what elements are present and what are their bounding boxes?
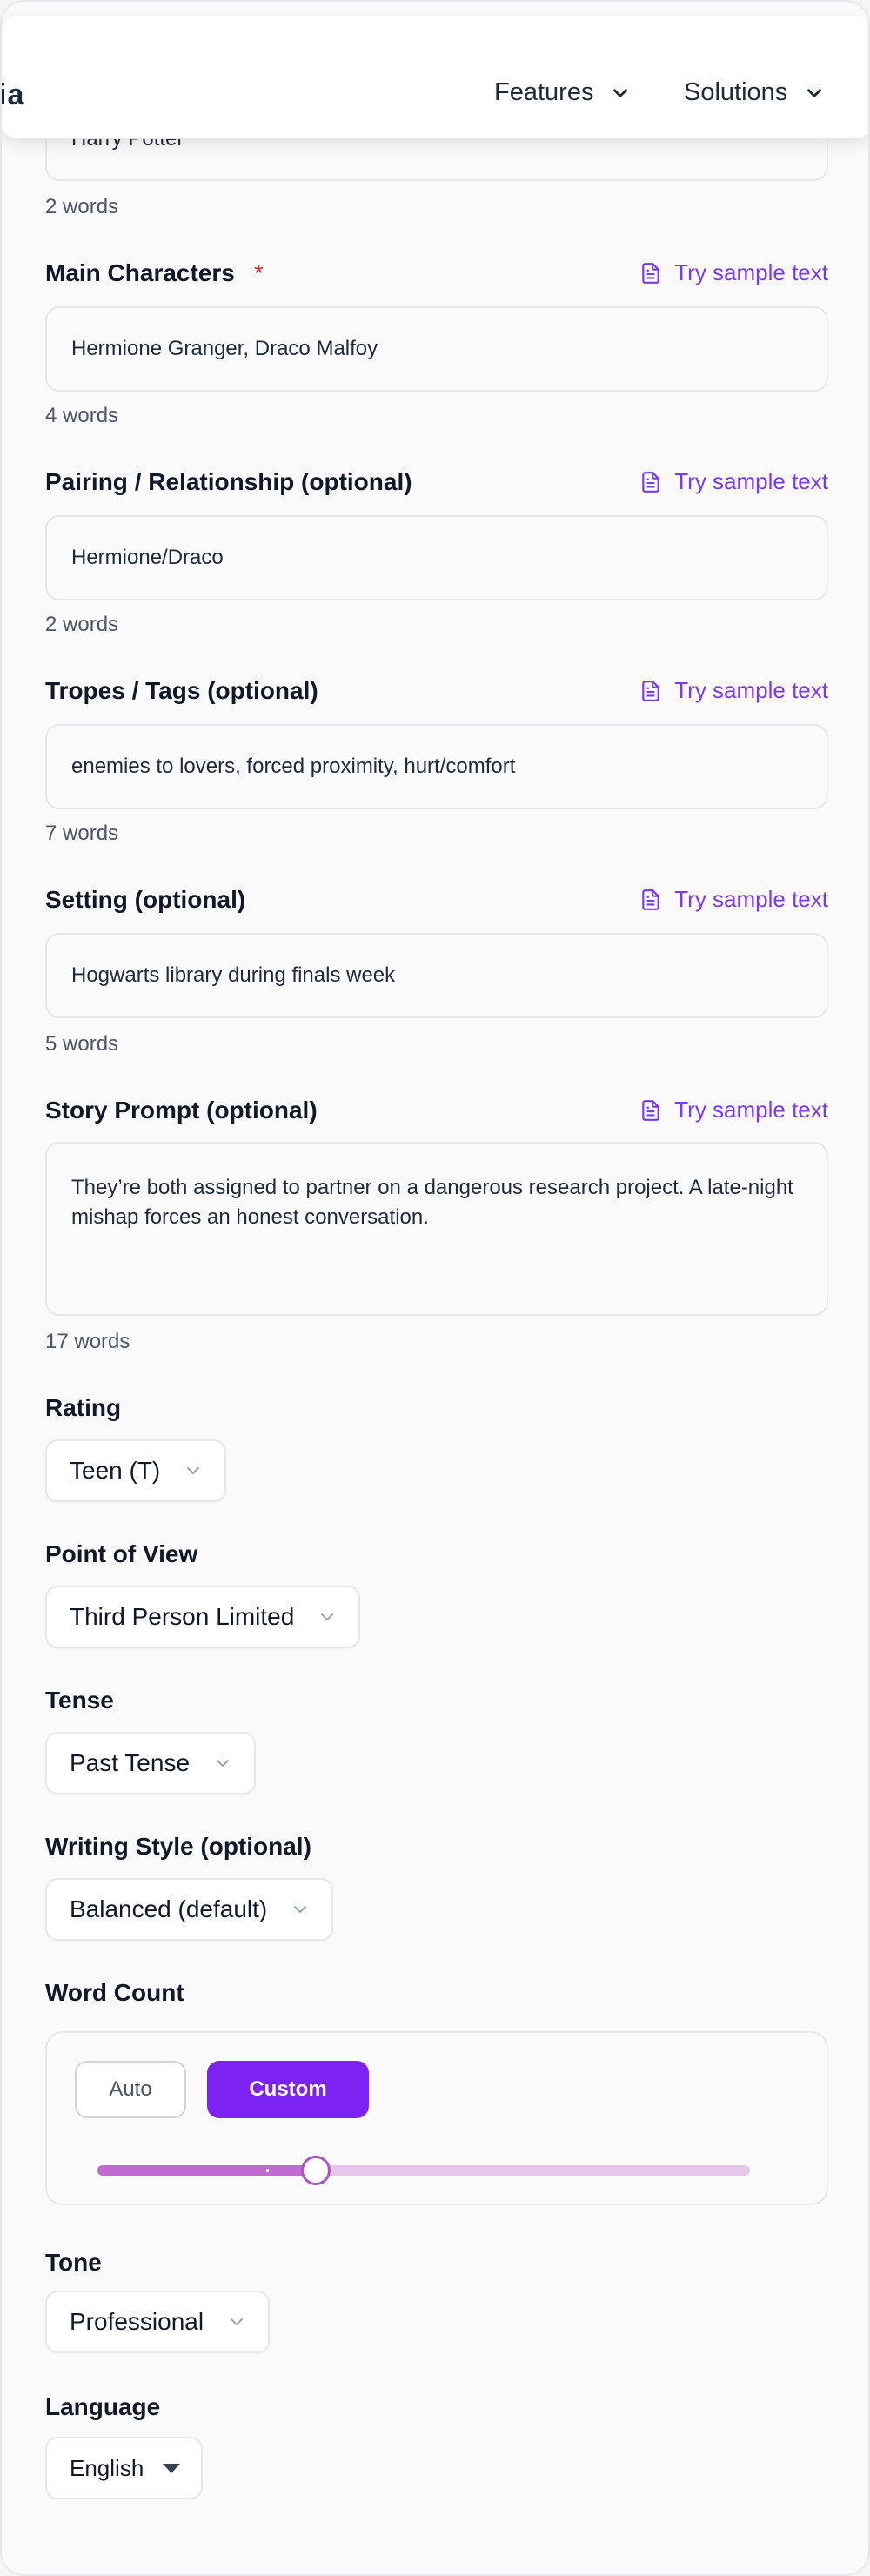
tone-label: Tone (45, 2249, 102, 2276)
document-icon (642, 471, 659, 493)
chevron-down-icon (321, 1613, 334, 1621)
chevron-down-icon (807, 88, 822, 97)
document-icon (642, 680, 659, 701)
slider-tick (266, 2169, 269, 2172)
setting-sample-link[interactable]: Try sample text (639, 886, 828, 913)
pairing-word-count: 2 words (45, 613, 119, 636)
document-icon (642, 889, 659, 910)
top-navbar: ia Features Solutions (2, 16, 868, 139)
main-characters-input[interactable]: Hermione Granger, Draco Malfoy (45, 306, 828, 392)
pov-select[interactable]: Third Person Limited (45, 1586, 361, 1648)
required-marker: * (253, 259, 264, 286)
main-characters-word-count: 4 words (45, 404, 119, 427)
story-prompt-label: Story Prompt (optional) (45, 1097, 318, 1124)
word-count-panel: Auto Custom (45, 2031, 828, 2205)
nav-features[interactable]: Features (494, 78, 632, 107)
word-count-label: Word Count (45, 1979, 184, 2006)
pairing-label: Pairing / Relationship (optional) (45, 468, 412, 495)
rating-label: Rating (45, 1394, 122, 1421)
logo[interactable]: ia (2, 78, 24, 112)
setting-word-count: 5 words (45, 1032, 119, 1056)
chevron-down-icon (294, 1906, 307, 1914)
tropes-input[interactable]: enemies to lovers, forced proximity, hur… (45, 724, 828, 809)
writing-style-select[interactable]: Balanced (default) (45, 1878, 334, 1941)
story-prompt-word-count: 17 words (45, 1330, 130, 1353)
tropes-label: Tropes / Tags (optional) (45, 677, 318, 704)
document-icon (642, 1099, 659, 1121)
slider-fill (97, 2165, 317, 2176)
story-prompt-textarea[interactable]: They’re both assigned to partner on a da… (45, 1142, 828, 1316)
tense-label: Tense (45, 1687, 114, 1714)
tropes-word-count: 7 words (45, 822, 119, 845)
pairing-input[interactable]: Hermione/Draco (45, 515, 828, 600)
word-count-slider[interactable] (97, 2156, 750, 2185)
chevron-down-icon (231, 2318, 244, 2326)
language-select[interactable]: English (45, 2437, 204, 2499)
main-characters-sample-link[interactable]: Try sample text (639, 259, 828, 286)
writing-style-label: Writing Style (optional) (45, 1833, 311, 1860)
setting-input[interactable]: Hogwarts library during finals week (45, 933, 828, 1018)
tense-select[interactable]: Past Tense (45, 1732, 257, 1794)
nav-solutions[interactable]: Solutions (684, 78, 826, 107)
setting-label: Setting (optional) (45, 886, 246, 913)
chevron-down-icon (217, 1760, 230, 1768)
app-frame: Harry Potter 2 words Main Characters* Tr… (0, 0, 870, 2576)
story-prompt-sample-link[interactable]: Try sample text (639, 1097, 828, 1124)
tone-select[interactable]: Professional (45, 2291, 271, 2353)
tropes-sample-link[interactable]: Try sample text (639, 677, 828, 704)
rating-select[interactable]: Teen (T) (45, 1439, 227, 1502)
caret-down-icon (163, 2463, 181, 2473)
pairing-sample-link[interactable]: Try sample text (639, 468, 828, 495)
word-count-auto-button[interactable]: Auto (75, 2061, 186, 2118)
document-icon (642, 262, 659, 284)
pov-label: Point of View (45, 1540, 198, 1567)
chevron-down-icon (187, 1467, 200, 1475)
slider-thumb[interactable] (301, 2156, 331, 2185)
language-label: Language (45, 2393, 161, 2420)
main-characters-label: Main Characters * (45, 259, 264, 286)
chevron-down-icon (613, 88, 628, 97)
fandom-word-count: 2 words (45, 195, 119, 218)
word-count-custom-button[interactable]: Custom (207, 2061, 369, 2118)
